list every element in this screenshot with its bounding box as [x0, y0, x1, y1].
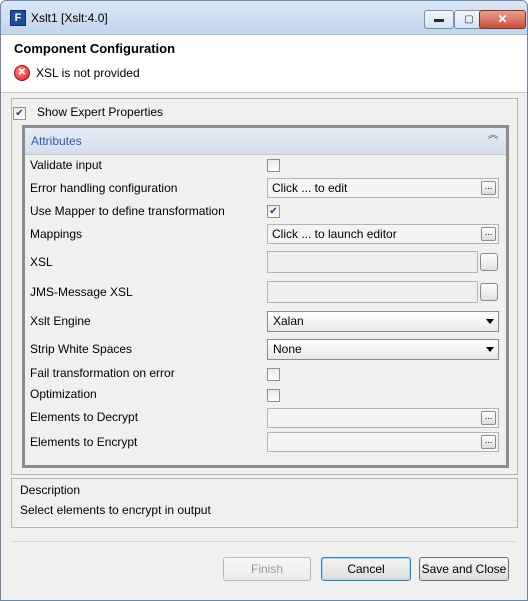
attributes-header[interactable]: Attributes ︽ [25, 128, 506, 155]
header-panel: Component Configuration ✕ XSL is not pro… [1, 35, 527, 93]
elements-to-encrypt-field[interactable] [267, 432, 499, 452]
label-jms-message-xsl: JMS-Message XSL [30, 285, 133, 299]
validate-input-checkbox[interactable] [267, 159, 280, 172]
error-icon: ✕ [14, 65, 30, 81]
label-error-handling: Error handling configuration [30, 181, 178, 195]
strip-white-spaces-select[interactable]: None [267, 339, 499, 360]
label-strip-white-spaces: Strip White Spaces [30, 342, 133, 356]
description-title: Description [20, 483, 81, 497]
collapse-icon[interactable]: ︽ [488, 131, 498, 141]
chevron-down-icon [486, 319, 494, 324]
chevron-down-icon [486, 347, 494, 352]
divider [11, 541, 516, 542]
xslt-engine-value: Xalan [273, 314, 304, 328]
mappings-field[interactable]: Click ... to launch editor [267, 224, 499, 244]
show-expert-checkbox[interactable] [13, 107, 26, 120]
label-elements-to-encrypt: Elements to Encrypt [30, 435, 138, 449]
use-mapper-checkbox[interactable] [267, 205, 280, 218]
minimize-button[interactable]: ▬ [424, 10, 454, 29]
mappings-browse-button[interactable]: ... [481, 227, 496, 241]
jms-message-xsl-field[interactable] [267, 281, 478, 303]
app-icon: F [10, 10, 26, 26]
description-text: Select elements to encrypt in output [20, 503, 211, 517]
label-validate-input: Validate input [30, 158, 102, 172]
page-title: Component Configuration [14, 41, 176, 56]
elements-to-decrypt-field[interactable] [267, 408, 499, 428]
cancel-button[interactable]: Cancel [321, 557, 411, 581]
finish-button[interactable]: Finish [223, 557, 311, 581]
label-mappings: Mappings [30, 227, 83, 241]
show-expert-label[interactable]: Show Expert Properties [37, 105, 163, 119]
error-handling-field[interactable]: Click ... to edit [267, 178, 499, 198]
xslt-engine-select[interactable]: Xalan [267, 311, 499, 332]
xsl-edit-button[interactable] [480, 253, 498, 271]
label-xslt-engine: Xslt Engine [30, 314, 91, 328]
window-title: Xslt1 [Xslt:4.0] [31, 11, 108, 25]
error-handling-browse-button[interactable]: ... [481, 181, 496, 195]
elements-to-encrypt-browse-button[interactable]: ... [481, 435, 496, 449]
save-and-close-button[interactable]: Save and Close [419, 557, 509, 581]
label-use-mapper: Use Mapper to define transformation [30, 204, 225, 218]
error-message: XSL is not provided [36, 66, 140, 80]
elements-to-decrypt-browse-button[interactable]: ... [481, 411, 496, 425]
close-button[interactable]: ✕ [479, 10, 526, 29]
label-fail-transformation: Fail transformation on error [30, 366, 175, 380]
optimization-checkbox[interactable] [267, 389, 280, 402]
label-xsl: XSL [30, 255, 53, 269]
jms-message-xsl-edit-button[interactable] [480, 283, 498, 301]
label-optimization: Optimization [30, 387, 97, 401]
xsl-field[interactable] [267, 251, 478, 273]
dialog-window: F Xslt1 [Xslt:4.0] ▬ ▢ ✕ Component Confi… [0, 0, 528, 601]
attributes-title: Attributes [31, 134, 82, 148]
strip-white-spaces-value: None [273, 342, 302, 356]
label-elements-to-decrypt: Elements to Decrypt [30, 410, 139, 424]
title-bar[interactable]: F Xslt1 [Xslt:4.0] ▬ ▢ ✕ [1, 1, 527, 35]
fail-transformation-checkbox[interactable] [267, 368, 280, 381]
